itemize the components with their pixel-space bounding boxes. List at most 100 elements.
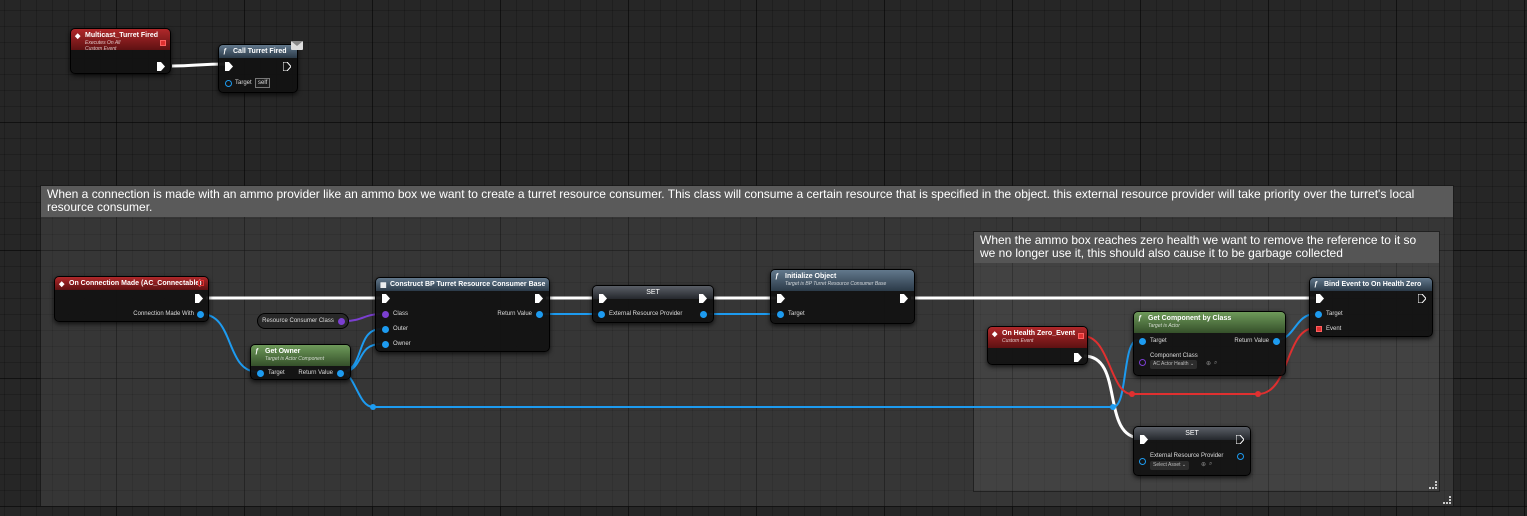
- node-subtitle: Target is BP Turret Resource Consumer Ba…: [785, 281, 887, 287]
- external-resource-provider-input-pin[interactable]: [598, 311, 605, 318]
- component-class-dropdown[interactable]: AC Actor Health ⌄: [1150, 360, 1198, 369]
- event-input-pin[interactable]: [1316, 326, 1322, 332]
- return-value-output-pin[interactable]: [536, 311, 543, 318]
- function-icon: ƒ: [223, 48, 227, 55]
- call-turret-fired-node[interactable]: ƒ Call Turret Fired Target self: [218, 41, 303, 93]
- node-header: ◆ On Health Zero_Event Custom Event: [988, 327, 1087, 348]
- reroute-node[interactable]: [1110, 404, 1116, 410]
- target-label: Target: [1326, 311, 1343, 317]
- target-input-pin[interactable]: [1139, 338, 1146, 345]
- external-resource-provider-input-pin[interactable]: [1139, 458, 1146, 465]
- return-value-output-pin[interactable]: [1273, 338, 1280, 345]
- get-component-by-class-node[interactable]: ƒ Get Component by Class Target is Actor…: [1133, 311, 1286, 376]
- target-input-pin[interactable]: [1315, 311, 1322, 318]
- outer-input-pin[interactable]: [382, 326, 389, 333]
- construct-icon: ▦: [380, 282, 387, 289]
- exec-input-pin[interactable]: [1316, 294, 1324, 303]
- exec-output-pin[interactable]: [157, 62, 165, 71]
- search-icon[interactable]: ⌕: [1214, 360, 1217, 367]
- node-subtitle: Target is Actor Component: [265, 356, 325, 362]
- exec-input-pin[interactable]: [382, 294, 390, 303]
- exec-input-pin[interactable]: [599, 294, 607, 303]
- exec-output-pin[interactable]: [195, 294, 203, 303]
- node-header: ◆ On Connection Made (AC_Connectable): [55, 277, 208, 290]
- function-icon: ƒ: [1314, 281, 1318, 288]
- node-header: ◆ Multicast_Turret Fired Executes On All…: [71, 29, 170, 52]
- return-value-label: Return Value: [298, 370, 333, 376]
- delegate-output-pin[interactable]: [160, 40, 166, 46]
- node-header: SET: [593, 286, 713, 299]
- node-title: Call Turret Fired: [233, 48, 287, 55]
- exec-input-pin[interactable]: [777, 294, 785, 303]
- connection-made-with-output-pin[interactable]: [197, 311, 204, 318]
- event-label: Event: [1326, 326, 1342, 332]
- return-value-output-pin[interactable]: [337, 370, 344, 377]
- exec-output-pin[interactable]: [1074, 353, 1082, 362]
- event-diamond-icon: ◆: [59, 281, 65, 288]
- target-input-pin[interactable]: [257, 370, 264, 377]
- search-icon[interactable]: ⌕: [1209, 461, 1212, 468]
- exec-output-pin[interactable]: [535, 294, 543, 303]
- node-header: ƒ Initialize Object Target is BP Turret …: [771, 270, 914, 291]
- owner-input-pin[interactable]: [382, 341, 389, 348]
- exec-input-pin[interactable]: [1140, 435, 1148, 444]
- exec-output-pin[interactable]: [900, 294, 908, 303]
- construct-object-node[interactable]: ▦ Construct BP Turret Resource Consumer …: [375, 277, 550, 352]
- object-wire: [340, 371, 1113, 408]
- get-owner-node[interactable]: ƒ Get Owner Target is Actor Component Ta…: [250, 344, 351, 380]
- event-diamond-icon: ◆: [992, 331, 998, 338]
- class-output-pin[interactable]: [338, 318, 345, 325]
- target-self-value[interactable]: self: [255, 78, 271, 88]
- exec-input-pin[interactable]: [225, 62, 233, 71]
- multicast-turret-fired-event-node[interactable]: ◆ Multicast_Turret Fired Executes On All…: [70, 28, 171, 74]
- delegate-output-pin[interactable]: [1078, 333, 1084, 339]
- reroute-node[interactable]: [1255, 391, 1261, 397]
- connection-made-with-label: Connection Made With: [133, 311, 194, 317]
- node-title: Construct BP Turret Resource Consumer Ba…: [390, 281, 546, 288]
- variable-label: Resource Consumer Class: [262, 318, 334, 324]
- initialize-object-node[interactable]: ƒ Initialize Object Target is BP Turret …: [770, 269, 915, 324]
- class-input-pin[interactable]: [382, 311, 389, 318]
- node-subtitle: Custom Event: [85, 46, 117, 52]
- asset-select-dropdown[interactable]: Select Asset ⌄: [1150, 461, 1190, 470]
- external-resource-provider-output-pin[interactable]: [1237, 453, 1244, 460]
- target-input-pin[interactable]: [777, 311, 784, 318]
- reroute-node[interactable]: [370, 404, 376, 410]
- on-health-zero-event-node[interactable]: ◆ On Health Zero_Event Custom Event: [987, 326, 1088, 365]
- event-diamond-icon: ◆: [75, 33, 81, 40]
- exec-output-pin[interactable]: [1236, 435, 1244, 444]
- set-external-resource-provider-node[interactable]: SET External Resource Provider: [592, 285, 714, 323]
- node-title: Get Owner: [265, 348, 301, 355]
- node-title: Bind Event to On Health Zero: [1324, 281, 1422, 288]
- browse-icon[interactable]: ⊕: [1206, 360, 1211, 367]
- target-label: Target: [1150, 338, 1167, 344]
- owner-label: Owner: [393, 341, 411, 347]
- dropdown-value: AC Actor Health: [1153, 361, 1189, 367]
- node-title: Get Component by Class: [1148, 315, 1232, 322]
- function-icon: ƒ: [1138, 315, 1142, 322]
- on-connection-made-event-node[interactable]: ◆ On Connection Made (AC_Connectable) Co…: [54, 276, 209, 322]
- class-label: Class: [393, 311, 409, 317]
- node-subtitle: Custom Event: [1002, 338, 1034, 344]
- node-header: ƒ Get Owner Target is Actor Component: [251, 345, 350, 366]
- return-value-label: Return Value: [497, 311, 532, 317]
- reroute-node[interactable]: [1129, 391, 1135, 397]
- component-class-input-pin[interactable]: [1139, 359, 1146, 366]
- target-input-pin[interactable]: [225, 80, 232, 87]
- set-external-resource-provider-node-2[interactable]: SET External Resource Provider Select As…: [1133, 426, 1251, 476]
- node-title: On Connection Made (AC_Connectable): [69, 280, 202, 287]
- external-resource-provider-output-pin[interactable]: [700, 311, 707, 318]
- dropdown-value: Select Asset: [1153, 462, 1181, 468]
- bind-event-node[interactable]: ƒ Bind Event to On Health Zero Target Ev…: [1309, 277, 1433, 337]
- exec-output-pin[interactable]: [283, 62, 291, 71]
- browse-icon[interactable]: ⊕: [1201, 461, 1206, 468]
- delegate-output-pin[interactable]: [198, 280, 204, 286]
- target-label: Target: [268, 370, 285, 376]
- return-value-label: Return Value: [1234, 338, 1269, 344]
- external-resource-provider-label: External Resource Provider: [609, 311, 683, 317]
- node-header: SET: [1134, 427, 1250, 440]
- resource-consumer-class-variable-node[interactable]: Resource Consumer Class: [257, 313, 349, 329]
- exec-output-pin[interactable]: [1418, 294, 1426, 303]
- exec-output-pin[interactable]: [699, 294, 707, 303]
- node-title: SET: [646, 289, 660, 296]
